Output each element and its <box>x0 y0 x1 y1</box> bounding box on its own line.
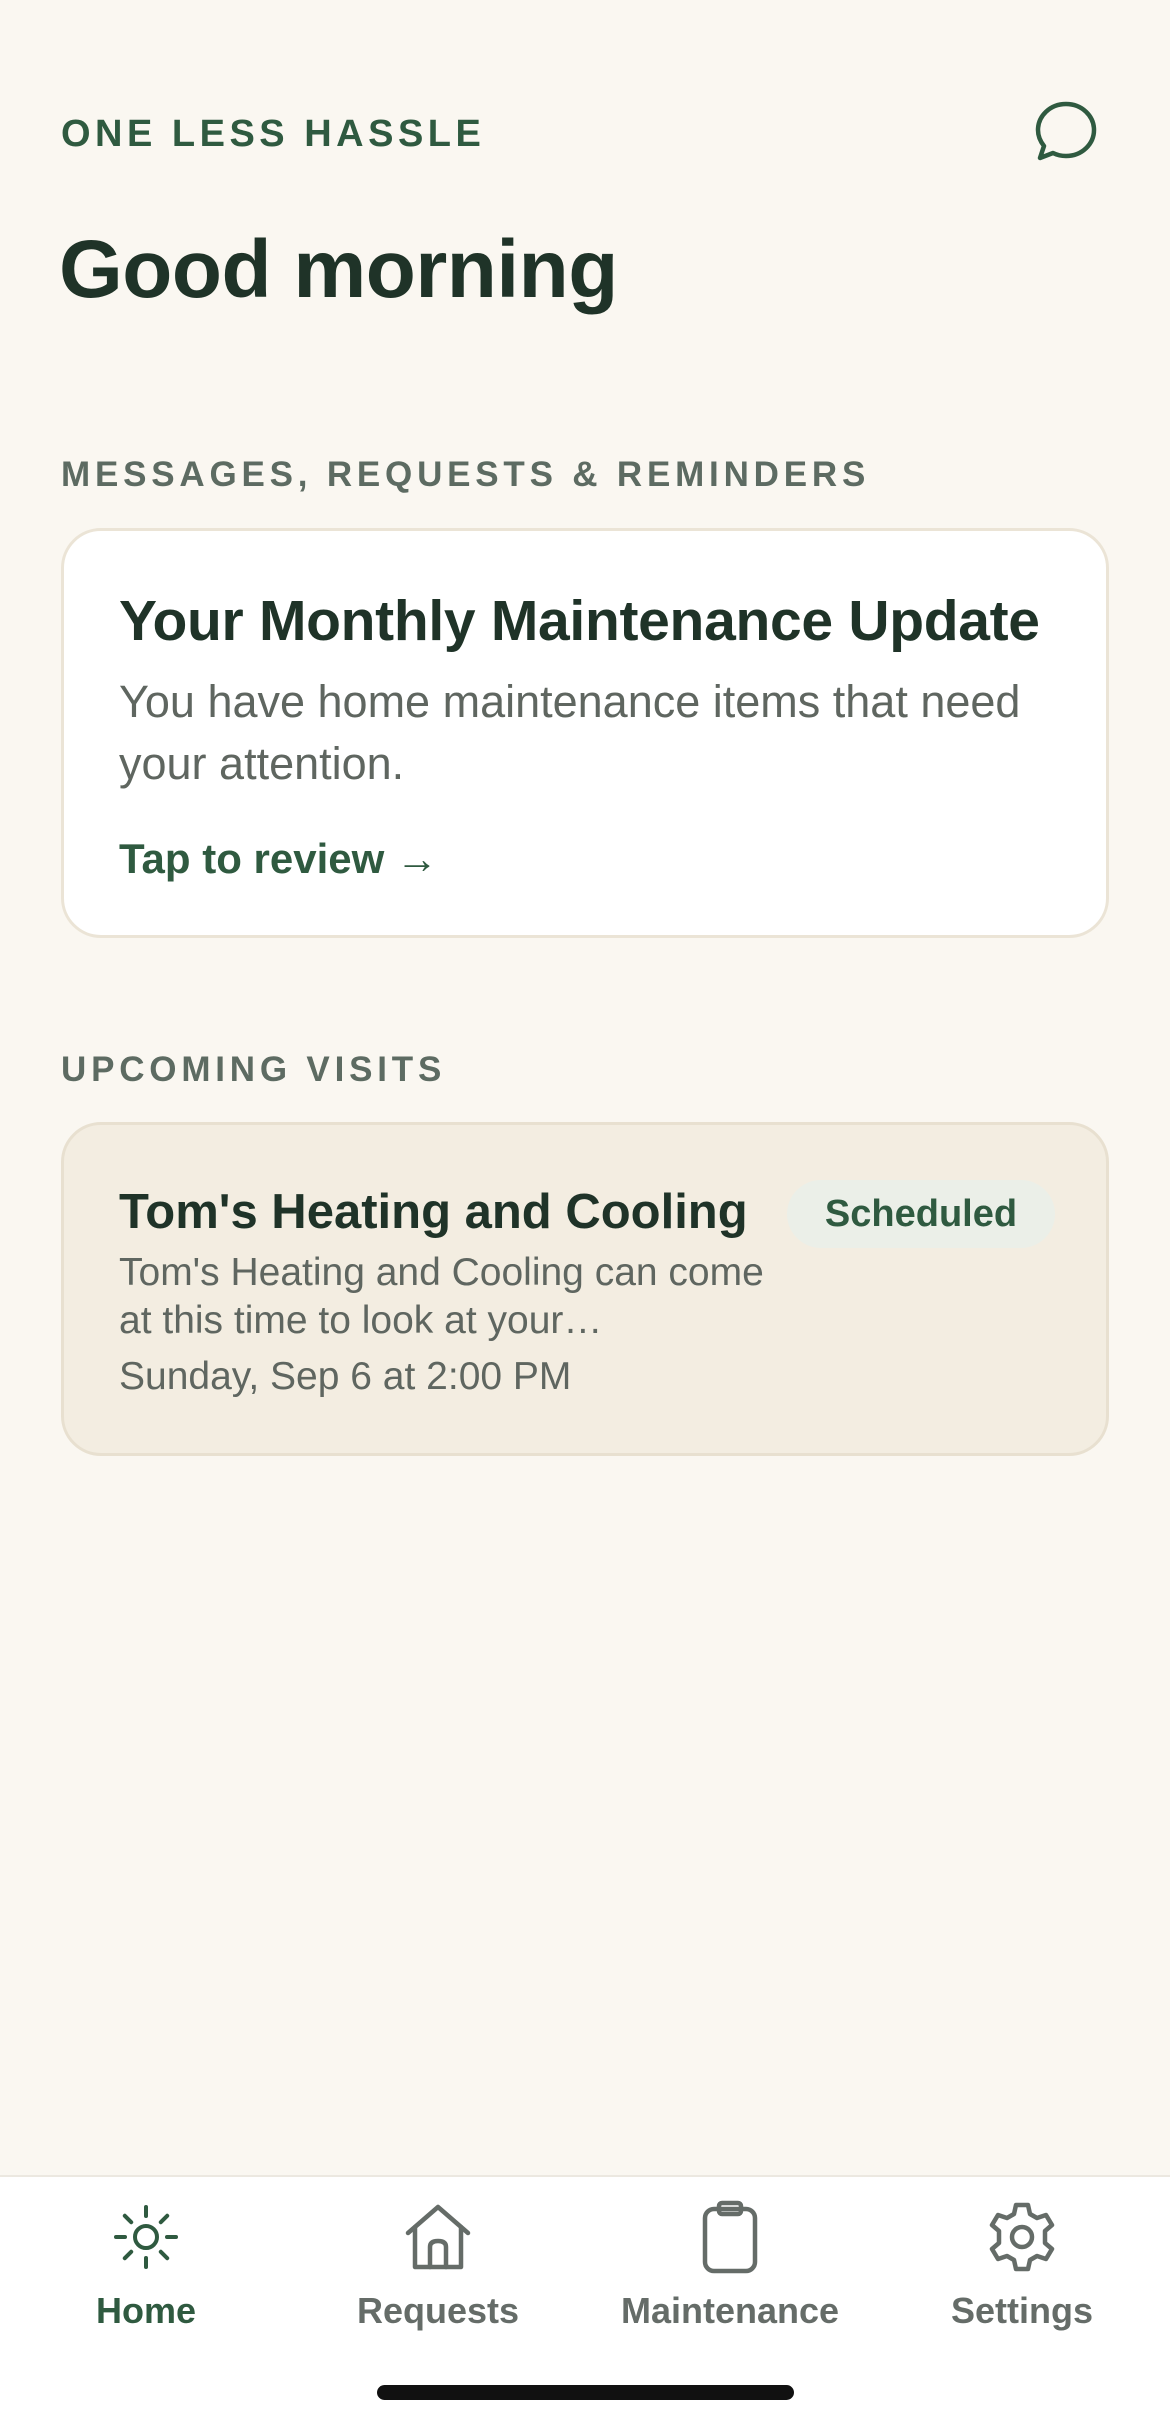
tab-home[interactable]: Home <box>0 2177 292 2347</box>
gear-icon <box>984 2199 1060 2275</box>
visit-date: Sunday, Sep 6 at 2:00 PM <box>119 1355 572 1398</box>
tab-requests[interactable]: Requests <box>292 2177 584 2347</box>
sun-icon <box>108 2199 184 2275</box>
home-screen: ONE LESS HASSLE Good morning MESSAGES, R… <box>0 0 1170 2422</box>
brand-title: ONE LESS HASSLE <box>61 113 486 155</box>
message-card-title: Your Monthly Maintenance Update <box>119 589 1040 653</box>
greeting-heading: Good morning <box>59 224 618 315</box>
status-badge: Scheduled <box>787 1180 1055 1248</box>
chat-button[interactable] <box>1030 98 1102 170</box>
maintenance-update-card[interactable]: Your Monthly Maintenance Update You have… <box>61 528 1109 938</box>
tab-maintenance-label: Maintenance <box>620 2290 840 2331</box>
message-card-body: You have home maintenance items that nee… <box>119 676 1021 789</box>
upcoming-visits-label: UPCOMING VISITS <box>61 1050 447 1089</box>
visit-card[interactable]: Tom's Heating and Cooling Tom's Heating … <box>61 1122 1109 1456</box>
tap-to-review-link[interactable]: Tap to review → <box>119 833 438 885</box>
tab-settings[interactable]: Settings <box>876 2177 1168 2347</box>
visit-description: Tom's Heating and Cooling can come at th… <box>119 1251 764 1342</box>
visit-title: Tom's Heating and Cooling <box>119 1185 748 1239</box>
tab-settings-label: Settings <box>950 2290 1093 2331</box>
tab-home-label: Home <box>95 2290 197 2331</box>
home-indicator[interactable] <box>377 2385 794 2400</box>
chat-bubble-icon <box>1032 98 1100 171</box>
messages-section-label: MESSAGES, REQUESTS & REMINDERS <box>61 455 871 494</box>
clipboard-icon <box>692 2199 768 2275</box>
tab-maintenance[interactable]: Maintenance <box>584 2177 876 2347</box>
tab-requests-label: Requests <box>356 2290 520 2331</box>
house-icon <box>400 2199 476 2275</box>
